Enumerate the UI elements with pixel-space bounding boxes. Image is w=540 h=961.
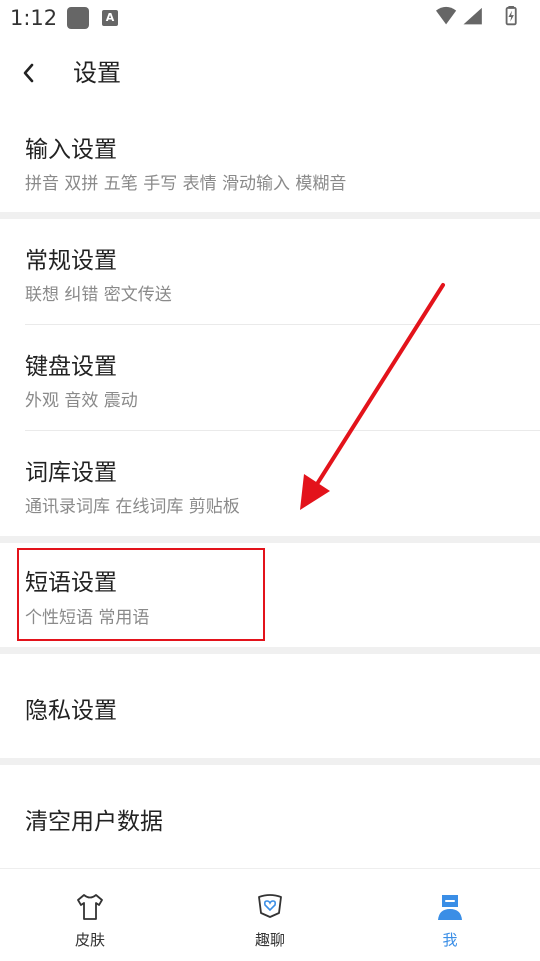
settings-item-general[interactable]: 常规设置 联想 纠错 密文传送 [0,219,540,324]
status-indicators [436,6,517,26]
back-button[interactable] [16,56,44,90]
section-divider [0,212,540,219]
section-divider [0,647,540,654]
tab-skin[interactable]: 皮肤 [0,869,180,961]
item-subtitle: 联想 纠错 密文传送 [25,285,172,305]
settings-item-phrase[interactable]: 短语设置 个性短语 常用语 [0,543,540,647]
tab-label: 皮肤 [74,931,105,949]
settings-item-privacy[interactable]: 隐私设置 [0,654,540,758]
item-title: 键盘设置 [25,354,117,380]
shirt-icon [77,894,103,920]
item-title: 常规设置 [25,248,117,274]
settings-item-dictionary[interactable]: 词库设置 通讯录词库 在线词库 剪贴板 [0,431,540,536]
header: 设置 [0,36,540,112]
item-title: 词库设置 [25,460,117,486]
item-title: 隐私设置 [25,698,117,724]
settings-item-clear-data[interactable]: 清空用户数据 [0,765,540,868]
item-title: 输入设置 [25,137,117,163]
item-subtitle: 通讯录词库 在线词库 剪贴板 [25,497,240,517]
status-bar: 1:12 A [0,0,540,36]
item-subtitle: 个性短语 常用语 [25,608,150,628]
font-notification-icon: A [102,10,118,26]
settings-item-input[interactable]: 输入设置 拼音 双拼 五笔 手写 表情 滑动输入 模糊音 [0,112,540,213]
app-notification-icon [67,7,89,29]
item-subtitle: 外观 音效 震动 [25,391,138,411]
item-subtitle: 拼音 双拼 五笔 手写 表情 滑动输入 模糊音 [25,174,347,194]
item-title: 短语设置 [25,570,117,596]
signal-icon [463,7,482,25]
bottom-nav: 皮肤 趣聊 我 [0,868,540,961]
section-divider [0,536,540,543]
battery-icon [505,6,517,26]
page-title: 设置 [73,59,121,87]
person-icon [438,895,462,920]
settings-item-keyboard[interactable]: 键盘设置 外观 音效 震动 [0,325,540,430]
tab-chat[interactable]: 趣聊 [180,869,360,961]
section-divider [0,758,540,765]
tab-label: 趣聊 [254,931,285,949]
tab-me[interactable]: 我 [360,869,540,961]
item-title: 清空用户数据 [25,809,163,835]
wifi-icon [436,6,457,25]
chevron-left-icon [23,63,34,83]
status-time: 1:12 [10,6,58,30]
chat-heart-icon [258,894,282,918]
tab-label: 我 [442,931,458,949]
